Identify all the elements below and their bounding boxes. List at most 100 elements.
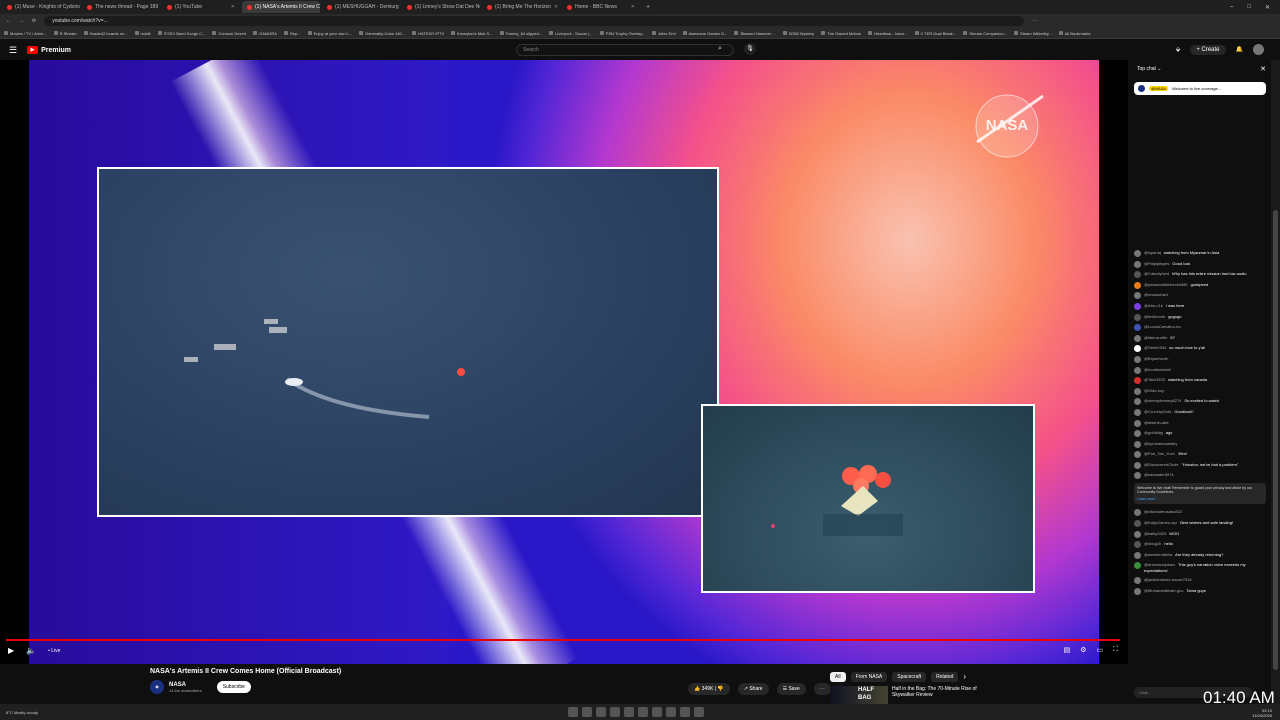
chat-message[interactable]: @darbeirolticha Are they already returnin…: [1134, 551, 1266, 559]
recommendation-title[interactable]: Half in the Bag: The 70-Minute Rise of S…: [892, 686, 982, 704]
theater-mode-icon[interactable]: ▭: [1096, 646, 1103, 654]
chat-username[interactable]: @SetsiV934: [1144, 345, 1166, 350]
bookmark-item[interactable]: reddit: [134, 31, 151, 36]
settings-icon[interactable]: ⚙: [1080, 646, 1086, 654]
bookmark-item[interactable]: Liverpool - Soccer j...: [549, 31, 593, 36]
bookmark-item[interactable]: GAMORA: [253, 31, 277, 36]
channel-avatar[interactable]: ◉: [150, 680, 164, 694]
page-scrollbar[interactable]: [1271, 60, 1280, 704]
chat-message[interactable]: @KaljuGames-xyz Best wishes and safe land…: [1134, 520, 1266, 528]
bookmark-item[interactable]: Hastie42 boards on...: [83, 31, 128, 36]
chat-username[interactable]: @DiscoveredCIrcle: [1144, 462, 1179, 467]
share-button[interactable]: ↗ Share: [737, 683, 769, 695]
chat-username[interactable]: @darbeirolticha: [1144, 552, 1172, 557]
discord-icon[interactable]: [624, 707, 634, 717]
bookmark-item[interactable]: PSN Trophy Overlay...: [599, 31, 645, 36]
bookmark-item[interactable]: Blessed Hammer ...: [734, 31, 776, 36]
bookmark-item[interactable]: X TER Dual Blade...: [914, 31, 956, 36]
create-button[interactable]: + Create: [1190, 44, 1226, 55]
chat-username[interactable]: @Catsoly/sed: [1144, 271, 1169, 276]
volume-icon[interactable]: 🔈: [26, 646, 36, 655]
recommendation-thumbnail[interactable]: HALF BAG: [830, 686, 888, 704]
bookmark-item[interactable]: KDB2 Mystery: [782, 31, 814, 36]
microphone-icon[interactable]: 🎙: [744, 43, 756, 55]
chat-username[interactable]: @CrunchyGold: [1144, 409, 1171, 414]
chat-username[interactable]: @Poe_Tae_Yoo1: [1144, 451, 1175, 456]
chat-message[interactable]: @kaubader6974: [1134, 472, 1266, 480]
bookmark-item[interactable]: theorylan's Nick S...: [451, 31, 493, 36]
chat-message[interactable]: @Poe_Tae_Yoo1 39m!: [1134, 451, 1266, 459]
chat-message[interactable]: @DiscoveredCIrcle "Houston, we've had a p…: [1134, 461, 1266, 469]
bookmark-item[interactable]: Crimson Desert: [212, 31, 246, 36]
chat-message[interactable]: @Abn-c1k I was here: [1134, 302, 1266, 310]
browser-tab[interactable]: (1) Muse - Knights of Cydonia✕: [2, 1, 80, 13]
bookmark-item[interactable]: Stream Companion...: [963, 31, 1007, 36]
play-icon[interactable]: ▶: [8, 646, 14, 655]
chrome-icon[interactable]: [596, 707, 606, 717]
browser-tab[interactable]: The news thread - Page 189✕: [82, 1, 160, 13]
bookmark-item[interactable]: Generality Cube 440...: [359, 31, 405, 36]
extensions-icon[interactable]: ⋯: [1032, 18, 1037, 24]
steam-icon[interactable]: [610, 707, 620, 717]
browser-tab[interactable]: (1) YouTube ✕: [162, 1, 240, 13]
chat-message[interactable]: @tmNervek gogogo: [1134, 313, 1266, 321]
notifications-icon[interactable]: 🔔: [1236, 46, 1243, 53]
back-icon[interactable]: ←: [6, 18, 11, 24]
chat-username[interactable]: @ktsenin-alfa: [1144, 420, 1169, 425]
filter-chip[interactable]: From NASA: [850, 672, 888, 682]
bookmark-item[interactable]: Tommy_84 slipped...: [499, 31, 542, 36]
app-icon[interactable]: [694, 707, 704, 717]
chat-username[interactable]: @drewmcmplaex: [1144, 562, 1175, 567]
window-control-icon[interactable]: □: [1247, 4, 1251, 11]
chat-message[interactable]: @CrunchyGold Goodluck!!: [1134, 408, 1266, 416]
bookmark-item[interactable]: Artec Emi: [652, 31, 676, 36]
chat-message[interactable]: @Catsoly/sed Why has this entire mission …: [1134, 271, 1266, 279]
pinned-message[interactable]: @NASA Welcome to live coverage...: [1134, 82, 1266, 95]
chat-message[interactable]: @Bryanhovfn: [1134, 355, 1266, 363]
bookmark-item[interactable]: ITSSV Band Songs C...: [157, 31, 205, 36]
video-player[interactable]: NASA ▶ 🔈 • Live ▤ ⚙ ▭ ⛶: [0, 60, 1128, 664]
chat-message[interactable]: @Olds-bzy: [1134, 387, 1266, 395]
chat-message[interactable]: @ispanaj watching from Myanmar in Asia: [1134, 250, 1266, 257]
chat-message[interactable]: @gnhtkiilg ags: [1134, 430, 1266, 438]
chat-message[interactable]: @jacklordonez-house7516: [1134, 577, 1266, 585]
chat-message[interactable]: @sherrydemory8274 So excited to watch: [1134, 398, 1266, 406]
chat-username[interactable]: @sherrydemory8274: [1144, 398, 1181, 403]
reload-icon[interactable]: ⟳: [32, 18, 36, 24]
bookmark-item[interactable]: All Bookmarks: [1058, 31, 1090, 36]
chat-mode-dropdown[interactable]: Top chat ⌄: [1137, 66, 1162, 72]
recommendation-item[interactable]: HALF BAG Half in the Bag: The 70-Minute …: [830, 686, 982, 704]
chat-message[interactable]: @jonasmollbinbeck4580 godspeed: [1134, 281, 1266, 289]
chevron-right-icon[interactable]: ›: [963, 672, 966, 682]
like-button[interactable]: 👍 349K | 👎: [688, 683, 730, 695]
chat-username[interactable]: @ddog1h: [1144, 541, 1161, 546]
chat-username[interactable]: @Bryanhovfn: [1144, 356, 1168, 361]
bookmark-item[interactable]: Steam Wikkelby...: [1014, 31, 1052, 36]
browser-tab[interactable]: (1) NASA's Artemis II Crew Co✕: [242, 1, 320, 13]
filter-chip[interactable]: Spacecraft: [892, 672, 927, 682]
window-control-icon[interactable]: ✕: [1265, 4, 1270, 11]
chat-message[interactable]: @Muhamadbhain-gcu Tama guys: [1134, 587, 1266, 595]
bookmark-item[interactable]: R Stream: [53, 31, 77, 36]
chat-message[interactable]: @fatima.elfin 67: [1134, 334, 1266, 342]
chat-username[interactable]: @ispanaj: [1144, 250, 1161, 255]
app-icon[interactable]: [638, 707, 648, 717]
chat-message[interactable]: @LucasCarvalho-rto: [1134, 324, 1266, 332]
search-icon[interactable]: ⌕: [718, 45, 722, 53]
live-badge[interactable]: • Live: [48, 648, 60, 654]
app-icon[interactable]: [666, 707, 676, 717]
forward-icon[interactable]: →: [19, 18, 24, 24]
chat-username[interactable]: @LucasCarvalho-rto: [1144, 324, 1181, 329]
chat-message[interactable]: @kyrobarloadsbey: [1134, 440, 1266, 448]
new-tab-icon[interactable]: +: [646, 4, 650, 11]
chat-username[interactable]: @Talvi3333: [1144, 377, 1165, 382]
app-icon[interactable]: [652, 707, 662, 717]
filter-chip[interactable]: Related: [931, 672, 959, 682]
app-icon[interactable]: [680, 707, 690, 717]
youtube-logo[interactable]: ▶ Premium: [27, 46, 71, 54]
fullscreen-icon[interactable]: ⛶: [1113, 646, 1118, 654]
chat-username[interactable]: @jonasmollbinbeck4580: [1144, 282, 1188, 287]
more-actions-icon[interactable]: ⋯: [813, 683, 831, 695]
hamburger-menu-icon[interactable]: ☰: [9, 45, 17, 56]
chat-message[interactable]: @hoofiewiredd: [1134, 366, 1266, 374]
